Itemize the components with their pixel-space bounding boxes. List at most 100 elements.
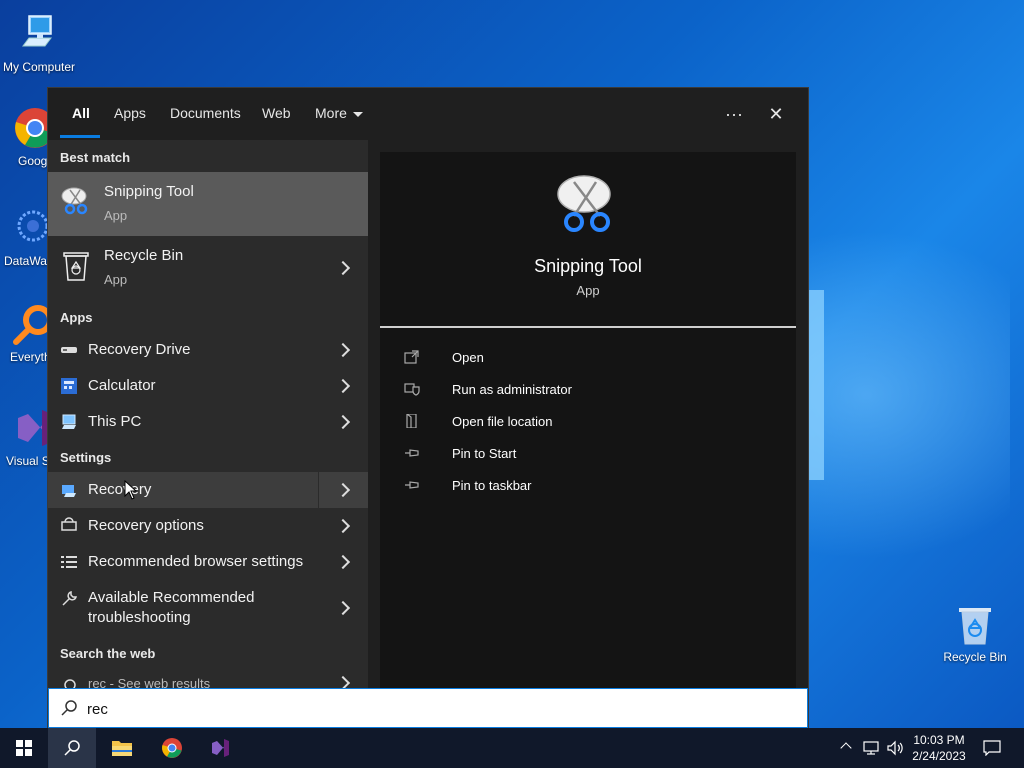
desktop-icon-datawarrior[interactable]: DataWarrior [0,206,48,276]
result-title: Calculator [88,377,156,394]
list-icon [60,553,78,571]
chevron-right-icon[interactable] [335,600,351,616]
desktop-icon-chrome[interactable]: Google Chrome [0,106,48,192]
chrome-icon [13,106,48,150]
recycle-bin-icon [953,602,997,646]
taskbar-file-explorer[interactable] [98,728,146,768]
speaker-icon [887,740,903,756]
show-hidden-icons-button[interactable] [838,728,858,768]
computer-icon [60,413,78,431]
wrench-icon [60,590,78,608]
preview-subtitle: App [576,283,600,298]
result-type: App [104,208,128,223]
scissors-icon [60,184,92,216]
tab-documents[interactable]: Documents [170,105,241,121]
chevron-right-icon[interactable] [335,378,351,394]
search-panel: All Apps Documents Web More ··· ✕ Best m… [48,88,808,728]
result-snipping-tool[interactable]: Snipping Tool App [48,172,368,236]
recovery-options-icon [60,517,78,535]
visual-studio-icon [12,406,48,450]
desktop-icon-label: Everything [10,350,48,364]
chevron-right-icon[interactable] [335,675,351,688]
taskbar-search-button[interactable] [48,728,96,768]
action-center-button[interactable] [976,728,1008,768]
desktop-icon-label: Google Chrome [18,154,48,168]
action-label: Pin to taskbar [452,478,532,493]
result-title: Recovery [88,481,152,498]
search-icon [60,678,78,688]
tab-all[interactable]: All [72,105,90,121]
clock[interactable]: 10:03 PM 2/24/2023 [904,732,974,764]
section-apps: Apps [60,310,93,325]
drive-icon [60,341,78,359]
windows-logo-icon [16,740,32,756]
notification-icon [983,740,1001,756]
clock-date: 2/24/2023 [912,749,966,763]
section-settings: Settings [60,450,112,465]
desktop-icon-my-computer[interactable]: My Computer [0,12,78,74]
preview-divider [380,326,796,328]
network-icon [863,741,879,755]
tab-active-indicator [60,135,100,138]
magnifier-icon [10,302,48,346]
search-box [48,688,808,728]
result-recovery-drive[interactable]: Recovery Drive [48,332,368,368]
chrome-icon [162,738,182,758]
result-calculator[interactable]: Calculator [48,368,368,404]
trash-icon [62,250,90,282]
result-recommended-browser-settings[interactable]: Recommended browser settings [48,544,368,580]
folder-location-icon [404,413,420,429]
tab-apps[interactable]: Apps [114,105,146,121]
result-title: Recycle Bin [104,247,184,264]
results-list: Best match Snipping Tool App Recycle Bin… [48,140,368,688]
computer-icon [17,12,61,56]
result-title: Snipping Tool [104,183,194,200]
scissors-icon [556,172,620,236]
more-options-button[interactable]: ··· [720,100,748,128]
search-input[interactable] [87,697,787,721]
chevron-right-icon[interactable] [335,342,351,358]
caret-down-icon [352,111,363,117]
chevron-right-icon[interactable] [335,554,351,570]
desktop-icon-recycle-bin[interactable]: Recycle Bin [936,602,1014,664]
result-title: Recommended browser settings [88,553,304,570]
result-this-pc[interactable]: This PC [48,404,368,440]
result-web-search[interactable]: rec - See web results [48,670,368,688]
result-recovery[interactable]: Recovery [48,472,368,508]
mouse-cursor-icon [124,480,138,500]
folder-icon [112,741,132,756]
clock-time: 10:03 PM [913,733,965,747]
result-title: This PC [88,413,142,430]
taskbar: 10:03 PM 2/24/2023 [0,728,1024,768]
network-button[interactable] [860,728,882,768]
taskbar-chrome[interactable] [148,728,196,768]
search-icon [64,740,80,756]
result-recycle-bin[interactable]: Recycle Bin App [48,236,368,300]
recovery-icon [60,481,78,499]
close-button[interactable]: ✕ [762,100,790,128]
search-tabs-bar: All Apps Documents Web More ··· ✕ [48,88,808,140]
datawarrior-icon [11,206,48,250]
start-button[interactable] [0,728,48,768]
shield-icon [404,382,420,396]
result-available-recommended-troubleshooting[interactable]: Available Recommended troubleshooting [48,580,368,636]
chevron-right-icon[interactable] [335,414,351,430]
desktop-icon-everything[interactable]: Everything [0,302,48,372]
chevron-up-icon [840,742,852,754]
result-recovery-options[interactable]: Recovery options [48,508,368,544]
open-icon [404,350,420,364]
tab-web[interactable]: Web [262,105,291,121]
tab-more[interactable]: More [315,105,363,121]
pin-icon [404,446,420,460]
chevron-right-icon[interactable] [335,518,351,534]
result-title-line1: Available Recommended [88,589,255,606]
desktop-icon-visual-studio[interactable]: Visual Studio 2019 [0,406,48,492]
volume-button[interactable] [884,728,906,768]
action-label: Pin to Start [452,446,517,461]
result-title: Recovery Drive [88,341,191,358]
web-result-label: rec - See web results [88,676,211,688]
search-icon [61,700,77,716]
tab-more-label: More [315,105,347,121]
taskbar-visual-studio[interactable] [196,728,244,768]
chevron-right-icon[interactable] [335,260,351,276]
